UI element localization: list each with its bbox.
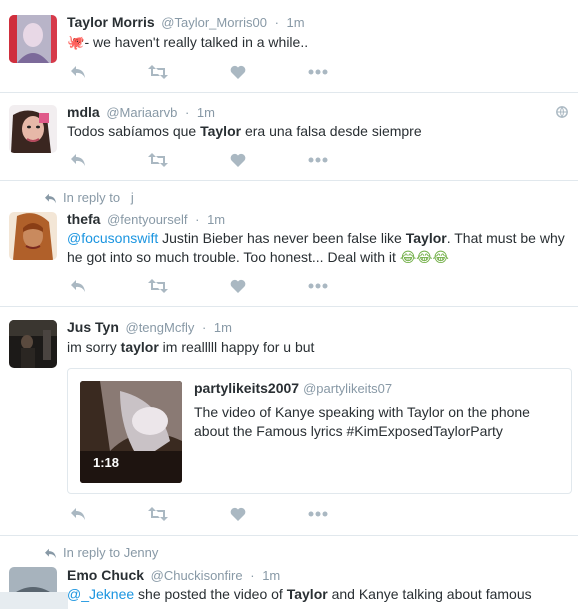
- reply-context[interactable]: In reply to Jenny: [44, 545, 158, 560]
- timestamp[interactable]: 1m: [207, 212, 225, 227]
- username[interactable]: @tengMcfly: [126, 320, 195, 335]
- reply-context-icon: [45, 193, 56, 204]
- heart-icon[interactable]: [227, 505, 249, 523]
- tweet-text: im sorry taylor im realllll happy for u …: [67, 338, 567, 357]
- separator: ·: [250, 568, 255, 583]
- search-highlight: taylor: [120, 339, 159, 355]
- timestamp[interactable]: 1m: [197, 105, 215, 120]
- username[interactable]: @fentyourself: [107, 212, 187, 227]
- globe-icon: [556, 105, 568, 121]
- tweet[interactable]: In reply to Jenny Emo Chuck @Chuckisonfi…: [0, 536, 578, 609]
- tweet-text-part: and Kanye talking about famous: [327, 586, 532, 602]
- bottom-overlay: [0, 592, 68, 609]
- tweet-text-part: im realllll happy for u but: [158, 339, 315, 355]
- tweet-actions: [67, 277, 347, 295]
- tweet-actions: [67, 505, 347, 523]
- tweet-header: Jus Tyn @tengMcfly · 1m: [67, 319, 232, 335]
- display-name[interactable]: thefa: [67, 211, 100, 227]
- display-name[interactable]: Emo Chuck: [67, 567, 144, 583]
- tweet-header: thefa @fentyourself · 1m: [67, 211, 225, 227]
- tweet-header: Taylor Morris @Taylor_Morris00 · 1m: [67, 14, 305, 30]
- heart-icon[interactable]: [227, 277, 249, 295]
- reply-icon[interactable]: [67, 63, 89, 81]
- tweet-actions: [67, 63, 347, 81]
- retweet-icon[interactable]: [147, 63, 169, 81]
- card-header: partylikeits2007 @partylikeits07: [194, 380, 392, 396]
- reply-icon[interactable]: [67, 151, 89, 169]
- retweet-icon[interactable]: [147, 151, 169, 169]
- reply-context-label: In reply to Jenny: [63, 545, 159, 560]
- timestamp[interactable]: 1m: [287, 15, 305, 30]
- more-icon[interactable]: [307, 505, 329, 523]
- card-username[interactable]: @partylikeits07: [303, 381, 392, 396]
- reply-context-label: In reply to j: [63, 190, 134, 205]
- card-display-name[interactable]: partylikeits2007: [194, 380, 299, 396]
- tweet-text-part: Todos sabíamos que: [67, 123, 201, 139]
- retweet-icon[interactable]: [147, 505, 169, 523]
- reply-context-icon: [45, 548, 56, 559]
- avatar[interactable]: [9, 212, 57, 260]
- separator: ·: [201, 320, 207, 335]
- timestamp[interactable]: 1m: [214, 320, 232, 335]
- tweet[interactable]: mdla @Mariaarvb · 1m Todos sabíamos que …: [0, 93, 578, 181]
- more-icon[interactable]: [307, 151, 329, 169]
- tweet-header: Emo Chuck @Chuckisonfire · 1m: [67, 567, 280, 583]
- username[interactable]: @Mariaarvb: [106, 105, 177, 120]
- tweet-text: @focusonswift Justin Bieber has never be…: [67, 229, 567, 267]
- display-name[interactable]: Jus Tyn: [67, 319, 119, 335]
- search-highlight: Taylor: [286, 586, 328, 602]
- search-highlight: Taylor: [200, 123, 242, 139]
- avatar[interactable]: [9, 105, 57, 153]
- reply-icon[interactable]: [67, 277, 89, 295]
- tweet-text: Todos sabíamos que Taylor era una falsa …: [67, 122, 567, 141]
- tweet-text-body: - we haven't really talked in a while..: [84, 34, 309, 50]
- tweet-text-part: Justin Bieber has never been false like: [158, 230, 406, 246]
- heart-icon[interactable]: [227, 151, 249, 169]
- tweet-text-part: era una falsa desde siempre: [241, 123, 422, 139]
- tweet-actions: [67, 151, 347, 169]
- mention-link[interactable]: @focusonswift: [67, 230, 158, 246]
- heart-icon[interactable]: [227, 63, 249, 81]
- timestamp[interactable]: 1m: [262, 568, 280, 583]
- display-name[interactable]: mdla: [67, 104, 100, 120]
- avatar[interactable]: [9, 15, 57, 63]
- more-icon[interactable]: [307, 63, 329, 81]
- reply-context[interactable]: In reply to j: [44, 190, 134, 205]
- avatar[interactable]: [9, 320, 57, 368]
- search-highlight: Taylor: [405, 230, 447, 246]
- octopus-emoji: 🐙: [67, 34, 85, 50]
- reply-icon[interactable]: [67, 505, 89, 523]
- mention-link[interactable]: @_Jeknee: [67, 586, 134, 602]
- tweet-text: 🐙- we haven't really talked in a while..: [67, 33, 567, 52]
- separator: ·: [195, 212, 200, 227]
- retweet-icon[interactable]: [147, 277, 169, 295]
- separator: ·: [274, 15, 279, 30]
- card-text: The video of Kanye speaking with Taylor …: [194, 404, 530, 439]
- tweet-header: mdla @Mariaarvb · 1m: [67, 104, 215, 120]
- username[interactable]: @Chuckisonfire: [151, 568, 243, 583]
- tweet-text-part: im sorry: [67, 339, 121, 355]
- separator: ·: [184, 105, 190, 120]
- tweet[interactable]: In reply to j thefa @fentyourself · 1m @…: [0, 181, 578, 307]
- more-icon[interactable]: [307, 277, 329, 295]
- tweet-text: @_Jeknee she posted the video of Taylor …: [67, 585, 567, 604]
- tweet[interactable]: Taylor Morris @Taylor_Morris00 · 1m 🐙- w…: [0, 0, 578, 93]
- video-duration: 1:18: [93, 455, 120, 470]
- laughing-emoji: 😂😂😂: [399, 249, 449, 265]
- media-card[interactable]: partylikeits2007 @partylikeits07 The vide…: [67, 368, 572, 494]
- tweet-text-part: she posted the video of: [134, 586, 287, 602]
- username[interactable]: @Taylor_Morris00: [161, 15, 267, 30]
- display-name[interactable]: Taylor Morris: [67, 14, 155, 30]
